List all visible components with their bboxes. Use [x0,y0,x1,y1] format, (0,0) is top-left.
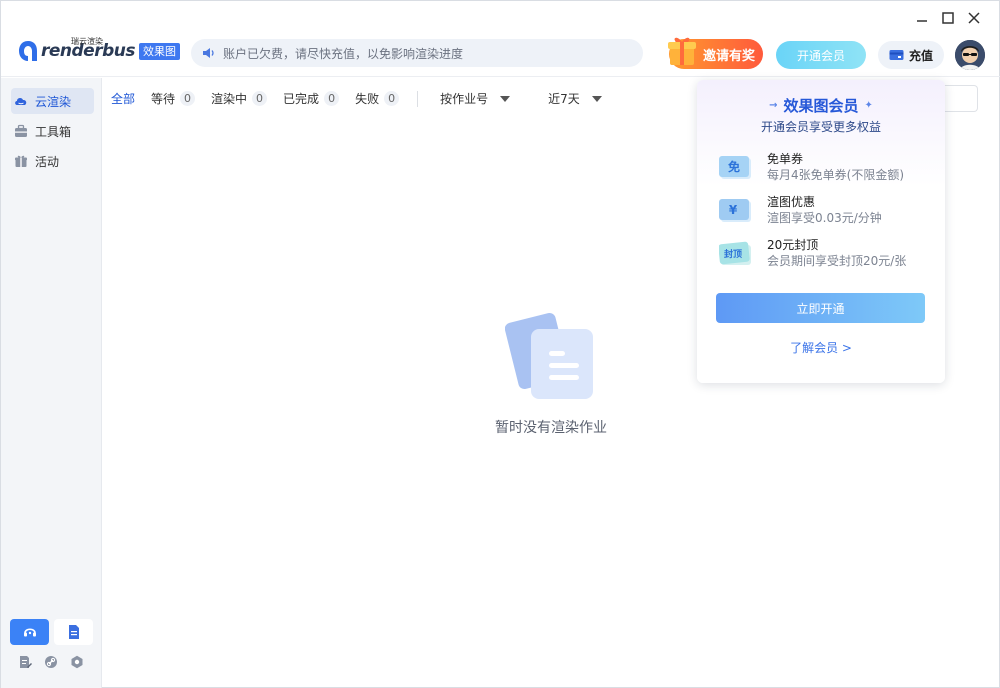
close-button[interactable] [965,9,983,27]
benefit-price-cap: 封顶 20元封顶 会员期间享受封顶20元/张 [719,238,929,270]
filter-label: 失败 [355,92,380,106]
headset-icon [23,628,36,637]
svg-text:¥: ¥ [729,203,738,217]
benefit-title: 20元封顶 [767,238,819,252]
filter-label: 全部 [111,92,136,106]
learn-vip-link[interactable]: 了解会员 > [697,339,945,356]
filter-failed[interactable]: 失败 0 [355,90,400,107]
sparkle-right-icon: ✦ [864,100,873,111]
user-avatar[interactable] [955,40,985,70]
open-vip-label: 开通会员 [796,48,845,63]
avatar-image [955,40,985,70]
benefit-title: 免单券 [767,152,804,166]
filter-count: 0 [384,91,400,106]
time-range-value: 近7天 [548,92,580,106]
renderbus-logo-icon [19,41,37,61]
recharge-button[interactable]: 充值 [878,41,944,69]
svg-text:封顶: 封顶 [724,248,742,260]
notice-text: 账户已欠费，请尽快充值，以免影响渲染进度 [223,46,464,61]
filter-divider [417,90,419,107]
svg-text:免: 免 [728,159,740,174]
document-button[interactable] [54,619,93,645]
invite-reward-button[interactable]: 邀请有奖 [668,37,763,69]
benefit-render-discount: ¥ 渲图优惠 渲图享受0.03元/分钟 [719,195,929,227]
benefit-text: 免单券 每月4张免单券(不限金额) [767,152,904,184]
sparkle-left-icon: → [769,100,778,111]
document-icon [68,625,79,639]
filter-count: 0 [180,91,196,106]
price-cap-icon: 封顶 [719,241,751,265]
minimize-button[interactable] [913,9,931,27]
sidebar-item-cloud-render[interactable]: 云渲染 [11,88,94,114]
benefit-desc: 渲图享受0.03元/分钟 [767,211,882,225]
popover-subtitle: 开通会员享受更多权益 [760,120,881,134]
empty-document-icon [504,312,593,399]
invite-label: 邀请有奖 [702,48,755,64]
logo-subtitle: 瑞云渲染 [71,37,103,46]
wallet-icon [889,50,904,60]
settings-icon[interactable] [70,655,84,669]
toolbox-icon [15,124,27,137]
link-icon[interactable] [44,655,58,669]
sidebar-item-label: 活动 [35,154,60,169]
yuan-coupon-icon: ¥ [719,199,751,222]
gift-box-icon [668,37,696,65]
close-icon [968,12,980,24]
benefit-text: 渲图优惠 渲图享受0.03元/分钟 [767,195,882,227]
benefit-desc: 会员期间享受封顶20元/张 [767,254,907,268]
popover-title-text: 效果图会员 [783,97,859,115]
sort-dropdown[interactable]: 按作业号 [440,90,511,107]
filter-label: 已完成 [283,92,320,106]
free-coupon-icon: 免 [719,156,751,179]
open-now-label: 立即开通 [796,301,845,316]
maximize-button[interactable] [939,9,957,27]
job-filter-bar: 全部 等待 0 渲染中 0 已完成 0 失败 0 按作业号 近7天 [111,90,640,107]
filter-count: 0 [252,91,268,106]
app-window: 瑞云渲染 renderbus 效果图 账户已欠费，请尽快充值，以免影响渲染进度 … [0,0,1000,688]
filter-count: 0 [324,91,340,106]
chevron-down-icon [591,95,602,102]
minimize-icon [917,20,927,22]
sidebar-item-label: 云渲染 [35,94,72,109]
logo: 瑞云渲染 renderbus 效果图 [17,37,180,63]
open-now-button[interactable]: 立即开通 [716,293,925,323]
speaker-icon [203,48,214,58]
time-range-dropdown[interactable]: 近7天 [548,90,602,107]
filter-waiting[interactable]: 等待 0 [151,90,196,107]
cloud-icon [15,98,27,105]
benefit-desc: 每月4张免单券(不限金额) [767,168,904,182]
sidebar-item-label: 工具箱 [35,124,72,139]
service-button[interactable] [10,619,49,645]
filter-all[interactable]: 全部 [111,90,135,107]
recharge-label: 充值 [908,48,933,63]
logo-wordmark: 瑞云渲染 renderbus [41,37,136,61]
maximize-icon [942,12,954,24]
benefit-free-coupon: 免 免单券 每月4张免单券(不限金额) [719,152,929,184]
vip-popover: → 效果图会员 ✦ 开通会员享受更多权益 免 免单券 每月4张免单券(不限金额)… [697,80,945,383]
sidebar-item-activity[interactable]: 活动 [11,148,94,174]
popover-title: → 效果图会员 ✦ [697,95,945,116]
sort-dropdown-value: 按作业号 [440,92,489,106]
top-bar: 瑞云渲染 renderbus 效果图 账户已欠费，请尽快充值，以免影响渲染进度 … [1,31,1000,77]
sidebar: 云渲染 工具箱 活动 [1,78,102,688]
filter-done[interactable]: 已完成 0 [283,90,340,107]
edit-note-icon[interactable] [18,655,32,669]
filter-rendering[interactable]: 渲染中 0 [211,90,268,107]
window-controls [913,9,983,27]
filter-label: 渲染中 [211,92,248,106]
sidebar-item-toolbox[interactable]: 工具箱 [11,118,94,144]
empty-state: 暂时没有渲染作业 [489,307,613,437]
open-vip-button[interactable]: 开通会员 [776,41,866,69]
benefit-title: 渲图优惠 [767,195,816,209]
empty-state-text: 暂时没有渲染作业 [495,420,607,436]
notice-bar: 账户已欠费，请尽快充值，以免影响渲染进度 [191,39,643,67]
gift-icon [15,155,27,167]
product-badge: 效果图 [139,42,180,60]
chevron-down-icon [500,95,511,102]
benefit-text: 20元封顶 会员期间享受封顶20元/张 [767,238,906,270]
filter-label: 等待 [151,92,176,106]
